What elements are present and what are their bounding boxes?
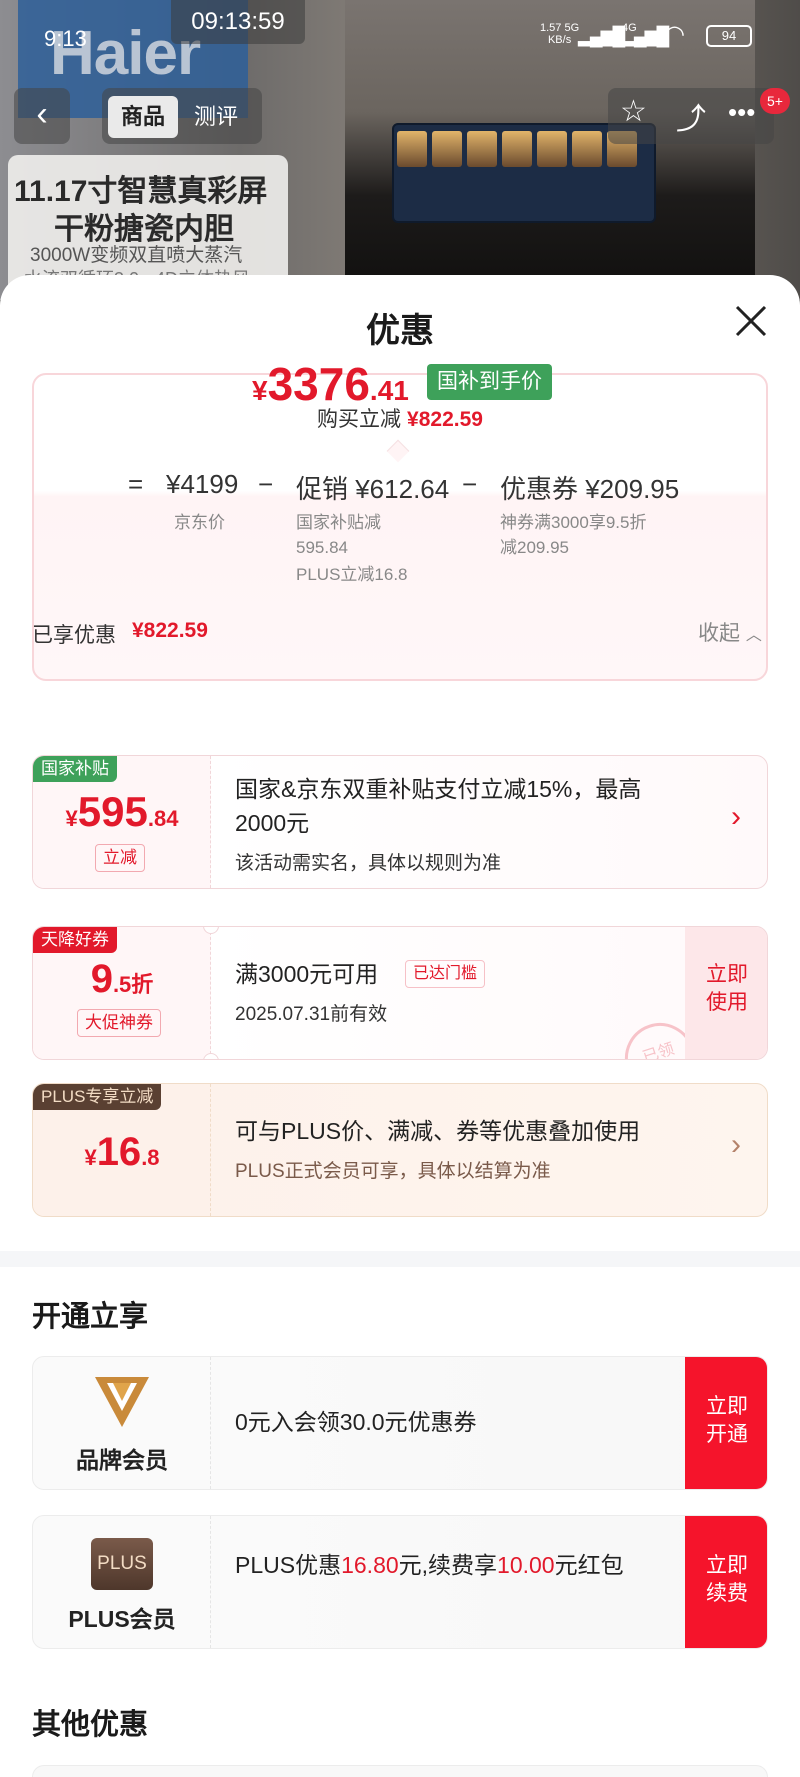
share-icon[interactable]: ⤴ bbox=[676, 94, 706, 138]
member-desc: 0元入会领30.0元优惠券 bbox=[235, 1409, 477, 1435]
tab-review[interactable]: 测评 bbox=[194, 96, 238, 138]
status-bar: 9:13 09:13:59 1.57 5G KB/s ▂▄▆█ 4G ▂▄▆█ … bbox=[0, 0, 800, 74]
tab-product[interactable]: 商品 bbox=[108, 96, 178, 138]
offer-title: 可与PLUS价、满减、券等优惠叠加使用 bbox=[235, 1118, 641, 1144]
offer-title: 满3000元可用 bbox=[235, 961, 379, 987]
back-button[interactable]: ‹ bbox=[14, 88, 70, 144]
offer-card-plus[interactable]: PLUS专享立减 ¥16.8 可与PLUS价、满减、券等优惠叠加使用 PLUS正… bbox=[32, 1083, 768, 1217]
minus-sign: − bbox=[258, 469, 274, 499]
offer-note: PLUS正式会员可享，具体以结算为准 bbox=[235, 1161, 551, 1182]
offer-amount: ¥16.8 bbox=[84, 1130, 160, 1174]
applied-discount-value: ¥822.59 bbox=[132, 619, 208, 642]
plus-logo-icon: PLUS bbox=[91, 1538, 153, 1590]
section-divider bbox=[0, 1251, 800, 1267]
promotion-detail: 595.84 bbox=[296, 538, 348, 557]
sheet-title: 优惠 bbox=[366, 312, 434, 350]
offer-amount: ¥595.84 bbox=[65, 788, 179, 835]
use-now-button[interactable]: 立即使用 bbox=[685, 927, 767, 1059]
coupon-detail: 神券满3000享9.5折 bbox=[500, 513, 647, 532]
join-now-button[interactable]: 立即开通 bbox=[685, 1357, 767, 1489]
brand-member-card: 品牌会员 0元入会领30.0元优惠券 立即开通 bbox=[32, 1356, 768, 1490]
more-icon[interactable]: ••• bbox=[728, 97, 755, 128]
signal-4g-icon: ▂▄▆█ bbox=[622, 26, 669, 46]
member-desc: PLUS优惠16.80元,续费享10.00元红包 bbox=[235, 1552, 624, 1578]
ticket-notch bbox=[203, 1053, 219, 1059]
coupon-value: 优惠券 ¥209.95 bbox=[500, 474, 680, 504]
applied-discount-label: 已享优惠 bbox=[32, 624, 116, 647]
offer-validity: 2025.07.31前有效 bbox=[235, 1004, 388, 1025]
message-badge: 5+ bbox=[760, 88, 790, 114]
status-time: 9:13 bbox=[44, 26, 87, 51]
threshold-reached-badge: 已达门槛 bbox=[405, 960, 486, 988]
floating-clock: 09:13:59 bbox=[171, 0, 305, 44]
offer-pill: 大促神券 bbox=[77, 1009, 161, 1037]
offer-card-coupon: 天降好券 9.5折 大促神券 满3000元可用 已达门槛 2025.07.31前… bbox=[32, 926, 768, 1060]
battery-icon: 94 bbox=[706, 25, 752, 47]
promotion-detail: 国家补贴减 bbox=[296, 513, 381, 532]
chevron-left-icon: ‹ bbox=[36, 95, 48, 133]
plus-member-card: PLUS PLUS会员 PLUS优惠16.80元,续费享10.00元红包 立即续… bbox=[32, 1515, 768, 1649]
offer-tag: PLUS专享立减 bbox=[33, 1084, 162, 1110]
promo-line: 3000W变频双直喷大蒸汽 bbox=[30, 245, 243, 266]
minus-sign: − bbox=[462, 469, 478, 499]
net-speed: 1.57 5G KB/s bbox=[540, 22, 580, 46]
collapse-toggle[interactable]: 收起 ︿ bbox=[698, 617, 762, 647]
member-name: PLUS会员 bbox=[68, 1606, 176, 1632]
offer-note: 该活动需实名，具体以规则为准 bbox=[235, 853, 502, 874]
equals-sign: = bbox=[128, 469, 144, 499]
member-name: 品牌会员 bbox=[76, 1447, 168, 1473]
renew-now-button[interactable]: 立即续费 bbox=[685, 1516, 767, 1648]
wifi-icon: ◠ bbox=[664, 21, 685, 48]
favorite-star-icon[interactable]: ☆ bbox=[620, 94, 647, 129]
membership-section-title: 开通立享 bbox=[32, 1301, 149, 1333]
plus-reduction-detail: PLUS立减16.8 bbox=[296, 565, 408, 584]
chevron-right-icon[interactable]: › bbox=[731, 1128, 741, 1162]
subsidy-price-tag: 国补到手价 bbox=[427, 364, 552, 400]
promotion-value: 促销 ¥612.64 bbox=[296, 474, 450, 504]
signal-5g-icon: ▂▄▆█ bbox=[578, 26, 625, 46]
discount-sheet: 优惠 ¥3376.41 国补到手价 购买立减 ¥822.59 = ¥4199 京东… bbox=[0, 275, 800, 1777]
offer-title-line2: 2000元 bbox=[235, 810, 310, 836]
jd-price: ¥4199 bbox=[166, 469, 239, 499]
brand-member-logo-icon bbox=[95, 1377, 149, 1427]
purchase-reduction: 购买立减 ¥822.59 bbox=[317, 408, 483, 431]
offer-title: 国家&京东双重补贴支付立减15%，最高 bbox=[235, 776, 642, 802]
other-offers-title: 其他优惠 bbox=[32, 1709, 149, 1741]
coupon-detail: 减209.95 bbox=[500, 538, 569, 557]
offer-tag: 国家补贴 bbox=[33, 756, 117, 782]
offer-card-national-subsidy[interactable]: 国家补贴 ¥595.84 立减 国家&京东双重补贴支付立减15%，最高 2000… bbox=[32, 755, 768, 889]
other-offer-card bbox=[32, 1765, 768, 1777]
offer-amount: 9.5折 bbox=[90, 957, 154, 1001]
chevron-right-icon[interactable]: › bbox=[731, 800, 741, 834]
offer-tag: 天降好券 bbox=[33, 927, 117, 953]
jd-price-label: 京东价 bbox=[174, 513, 225, 532]
offer-pill: 立减 bbox=[95, 844, 145, 872]
close-icon[interactable] bbox=[733, 303, 769, 339]
chevron-up-icon: ︿ bbox=[745, 627, 762, 644]
